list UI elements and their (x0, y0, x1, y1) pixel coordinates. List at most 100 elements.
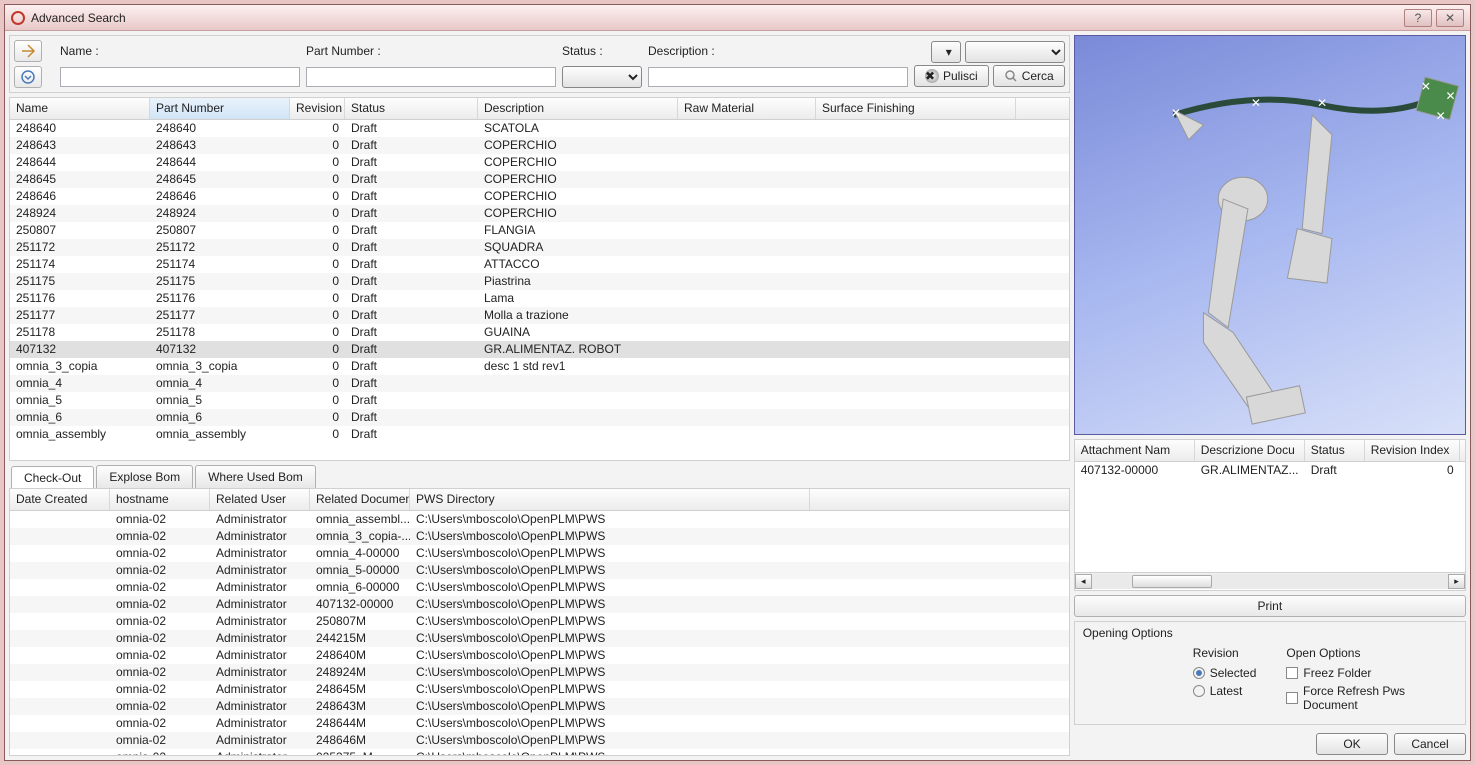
table-row[interactable]: 407132-00000GR.ALIMENTAZ...Draft0 (1075, 462, 1465, 479)
svg-text:✕: ✕ (1317, 96, 1327, 110)
table-row[interactable]: 2511722511720DraftSQUADRA (10, 239, 1069, 256)
checkout-grid: Date Created hostname Related User Relat… (9, 488, 1070, 756)
table-row[interactable]: 2486462486460DraftCOPERCHIO (10, 188, 1069, 205)
table-row[interactable]: omnia_6omnia_60Draft (10, 409, 1069, 426)
help-button[interactable]: ? (1404, 9, 1432, 27)
table-row[interactable]: omnia-02Administrator248640MC:\Users\mbo… (10, 647, 1069, 664)
col-name[interactable]: Name (10, 98, 150, 119)
pn-input[interactable] (306, 67, 556, 87)
status-select[interactable] (562, 66, 642, 88)
scroll-left-icon[interactable]: ◂ (1075, 574, 1092, 589)
table-row[interactable]: omnia_assemblyomnia_assembly0Draft (10, 426, 1069, 443)
col-attachment-desc[interactable]: Descrizione Docu (1195, 440, 1305, 461)
table-row[interactable]: omnia-02Administrator248646MC:\Users\mbo… (10, 732, 1069, 749)
check-freez-folder[interactable]: Freez Folder (1286, 666, 1457, 680)
table-row[interactable]: 2486442486440DraftCOPERCHIO (10, 154, 1069, 171)
table-row[interactable]: 2511762511760DraftLama (10, 290, 1069, 307)
col-date-created[interactable]: Date Created (10, 489, 110, 510)
results-grid: Name Part Number Revision Status Descrip… (9, 97, 1070, 461)
table-row[interactable]: omnia_5omnia_50Draft (10, 392, 1069, 409)
saved-search-select[interactable] (965, 41, 1065, 63)
table-row[interactable]: omnia-02Administrator248924MC:\Users\mbo… (10, 664, 1069, 681)
svg-text:✕: ✕ (1251, 96, 1261, 110)
col-pws-directory[interactable]: PWS Directory (410, 489, 810, 510)
col-hostname[interactable]: hostname (110, 489, 210, 510)
table-row[interactable]: omnia-02Administratoromnia_assembl...C:\… (10, 511, 1069, 528)
svg-text:✕: ✕ (1171, 106, 1181, 120)
table-row[interactable]: omnia-02Administrator407132-00000C:\User… (10, 596, 1069, 613)
expand-icon[interactable] (14, 66, 42, 88)
table-row[interactable]: 2508072508070DraftFLANGIA (10, 222, 1069, 239)
search-config-icon[interactable] (14, 40, 42, 62)
ok-button[interactable]: OK (1316, 733, 1388, 755)
save-search-button[interactable]: ▾ (931, 41, 961, 63)
table-row[interactable]: 2486452486450DraftCOPERCHIO (10, 171, 1069, 188)
robot-model-icon: ✕✕✕ ✕✕✕ (1075, 36, 1465, 431)
table-row[interactable]: omnia-02Administrator025375_MC:\Users\mb… (10, 749, 1069, 755)
table-row[interactable]: omnia-02Administratoromnia_4-00000C:\Use… (10, 545, 1069, 562)
table-row[interactable]: omnia-02Administratoromnia_3_copia-...C:… (10, 528, 1069, 545)
detail-tabs: Check-Out Explose Bom Where Used Bom (9, 465, 1070, 488)
results-header: Name Part Number Revision Status Descrip… (10, 98, 1069, 120)
preview-3d[interactable]: ✕✕✕ ✕✕✕ (1074, 35, 1466, 435)
desc-input[interactable] (648, 67, 908, 87)
table-row[interactable]: 4071324071320DraftGR.ALIMENTAZ. ROBOT (10, 341, 1069, 358)
table-row[interactable]: omnia-02Administratoromnia_5-00000C:\Use… (10, 562, 1069, 579)
clear-button[interactable]: ✖ Pulisci (914, 65, 989, 87)
cancel-button[interactable]: Cancel (1394, 733, 1466, 755)
table-row[interactable]: 2511752511750DraftPiastrina (10, 273, 1069, 290)
col-related-document[interactable]: Related Documen (310, 489, 410, 510)
search-bar: Name : Part Number : Status : Descriptio… (9, 35, 1070, 93)
radio-latest[interactable]: Latest (1193, 684, 1257, 698)
advanced-search-window: Advanced Search ? ✕ Name : Part Number :… (4, 4, 1471, 761)
scroll-right-icon[interactable]: ▸ (1448, 574, 1465, 589)
table-row[interactable]: omnia-02Administrator250807MC:\Users\mbo… (10, 613, 1069, 630)
col-revision[interactable]: Revision (290, 98, 345, 119)
table-row[interactable]: omnia-02Administrator248644MC:\Users\mbo… (10, 715, 1069, 732)
close-button[interactable]: ✕ (1436, 9, 1464, 27)
table-row[interactable]: omnia-02Administrator244215MC:\Users\mbo… (10, 630, 1069, 647)
print-button[interactable]: Print (1074, 595, 1466, 617)
table-row[interactable]: omnia_4omnia_40Draft (10, 375, 1069, 392)
search-icon (1004, 69, 1018, 83)
opening-options-panel: Opening Options Revision Selected Latest… (1074, 621, 1466, 725)
table-row[interactable]: 2511772511770DraftMolla a trazione (10, 307, 1069, 324)
svg-text:✕: ✕ (1421, 79, 1431, 93)
search-button[interactable]: Cerca (993, 65, 1065, 87)
scroll-thumb[interactable] (1132, 575, 1212, 588)
col-part-number[interactable]: Part Number (150, 98, 290, 119)
table-row[interactable]: omnia_3_copiaomnia_3_copia0Draftdesc 1 s… (10, 358, 1069, 375)
tab-explose-bom[interactable]: Explose Bom (96, 465, 193, 488)
col-status[interactable]: Status (345, 98, 478, 119)
table-row[interactable]: 2511742511740DraftATTACCO (10, 256, 1069, 273)
checkbox-icon (1286, 667, 1298, 679)
col-description[interactable]: Description (478, 98, 678, 119)
table-row[interactable]: 2489242489240DraftCOPERCHIO (10, 205, 1069, 222)
table-row[interactable]: omnia-02Administrator248643MC:\Users\mbo… (10, 698, 1069, 715)
app-icon (11, 11, 25, 25)
name-label: Name : (60, 44, 300, 58)
table-row[interactable]: 2486432486430DraftCOPERCHIO (10, 137, 1069, 154)
titlebar[interactable]: Advanced Search ? ✕ (5, 5, 1470, 31)
col-related-user[interactable]: Related User (210, 489, 310, 510)
table-row[interactable]: 2511782511780DraftGUAINA (10, 324, 1069, 341)
tab-check-out[interactable]: Check-Out (11, 466, 94, 489)
col-attachment-name[interactable]: Attachment Nam (1075, 440, 1195, 461)
check-force-refresh[interactable]: Force Refresh Pws Document (1286, 684, 1457, 712)
table-row[interactable]: omnia-02Administratoromnia_6-00000C:\Use… (10, 579, 1069, 596)
attachment-hscroll[interactable]: ◂ ▸ (1075, 572, 1465, 589)
status-label: Status : (562, 44, 642, 58)
attachment-grid: Attachment Nam Descrizione Docu Status R… (1074, 439, 1466, 591)
table-row[interactable]: 2486402486400DraftSCATOLA (10, 120, 1069, 137)
col-raw-material[interactable]: Raw Material (678, 98, 816, 119)
radio-selected[interactable]: Selected (1193, 666, 1257, 680)
col-attachment-status[interactable]: Status (1305, 440, 1365, 461)
col-surface-finishing[interactable]: Surface Finishing (816, 98, 1016, 119)
pn-label: Part Number : (306, 44, 556, 58)
name-input[interactable] (60, 67, 300, 87)
desc-label: Description : (648, 44, 908, 58)
open-options-group-label: Open Options (1286, 646, 1457, 660)
table-row[interactable]: omnia-02Administrator248645MC:\Users\mbo… (10, 681, 1069, 698)
col-attachment-revision[interactable]: Revision Index (1365, 440, 1460, 461)
tab-where-used-bom[interactable]: Where Used Bom (195, 465, 316, 488)
